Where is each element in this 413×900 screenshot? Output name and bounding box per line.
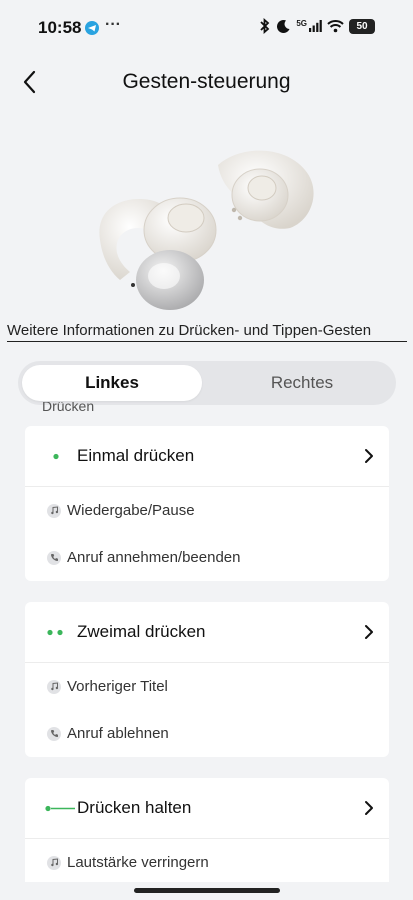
gesture-title: Drücken halten <box>77 798 192 817</box>
gesture-card: Zweimal drücken Vorheriger Titel Anruf a… <box>25 602 389 757</box>
telegram-icon <box>85 21 99 35</box>
phone-icon <box>47 726 61 741</box>
chevron-right-icon <box>349 448 389 464</box>
battery-icon: 50 <box>349 18 375 34</box>
action-label: Vorheriger Titel <box>67 678 168 695</box>
status-bar: 10:58 ··· 5G 50 <box>0 0 413 56</box>
gesture-double-press[interactable]: Zweimal drücken <box>25 602 389 663</box>
press-hold-indicator-icon <box>25 778 77 839</box>
music-note-icon <box>47 503 61 518</box>
home-indicator[interactable] <box>134 888 280 893</box>
side-selector: Linkes Rechtes <box>18 361 396 405</box>
earbuds-image <box>90 140 330 315</box>
action-row: Vorheriger Titel <box>25 663 389 710</box>
signal-5g-icon: 5G <box>296 19 322 33</box>
bluetooth-icon <box>260 18 270 34</box>
action-label: Lautstärke verringern <box>67 854 209 871</box>
section-label: Drücken <box>42 402 95 414</box>
phone-icon <box>47 550 61 565</box>
action-row: Anruf ablehnen <box>25 710 389 757</box>
gesture-title: Einmal drücken <box>77 446 195 465</box>
gesture-press-hold[interactable]: Drücken halten <box>25 778 389 839</box>
action-label: Wiedergabe/Pause <box>67 502 195 519</box>
music-note-icon <box>47 679 61 694</box>
gesture-info-link[interactable]: Weitere Informationen zu Drücken- und Ti… <box>7 322 407 342</box>
chevron-right-icon <box>349 624 389 640</box>
page-title: Gesten-steuerung <box>122 70 291 93</box>
moon-icon <box>277 19 290 33</box>
double-press-indicator-icon <box>25 602 77 663</box>
gesture-title: Zweimal drücken <box>77 622 206 641</box>
more-notifications-icon: ··· <box>105 16 121 33</box>
action-label: Anruf ablehnen <box>67 725 169 742</box>
action-label: Anruf annehmen/beenden <box>67 549 241 566</box>
action-row: Wiedergabe/Pause <box>25 487 389 534</box>
action-row: Anruf annehmen/beenden <box>25 534 389 581</box>
status-icons: 5G 50 <box>259 18 375 34</box>
music-note-icon <box>47 855 61 870</box>
gesture-card: Drücken halten Lautstärke verringern <box>25 778 389 882</box>
wifi-icon <box>327 20 344 33</box>
status-time: 10:58 <box>38 18 82 37</box>
network-type-label: 5G <box>296 19 307 28</box>
tab-right[interactable]: Rechtes <box>212 365 392 401</box>
gesture-single-press[interactable]: Einmal drücken <box>25 426 389 487</box>
gesture-card: Einmal drücken Wiedergabe/Pause Anruf an… <box>25 426 389 581</box>
chevron-right-icon <box>349 800 389 816</box>
action-row: Lautstärke verringern <box>25 839 389 882</box>
header: Gesten-steuerung <box>0 60 413 104</box>
tab-left[interactable]: Linkes <box>22 365 202 401</box>
single-press-indicator-icon <box>25 426 77 487</box>
